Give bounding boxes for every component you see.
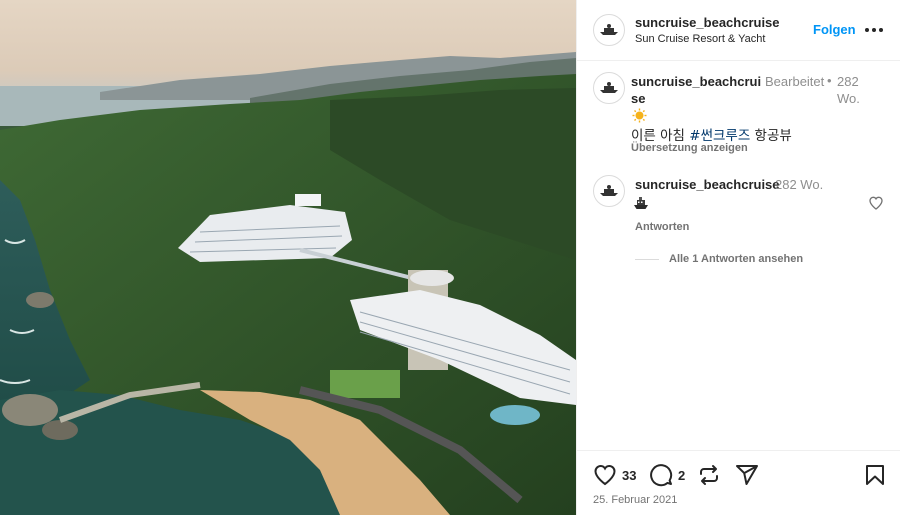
edited-label: Bearbeitet: [765, 74, 825, 89]
repost-icon[interactable]: [697, 463, 721, 487]
post-side-panel: suncruise_beachcruise Sun Cruise Resort …: [576, 0, 900, 515]
owner-username[interactable]: suncruise_beachcruise: [635, 15, 780, 30]
heart-icon[interactable]: [868, 195, 884, 211]
suncruise-logo-icon: [600, 82, 618, 93]
heart-icon[interactable]: [593, 463, 617, 487]
reply-button[interactable]: Antworten: [635, 221, 689, 233]
bookmark-icon[interactable]: [863, 463, 887, 487]
aerial-resort-image: [0, 0, 576, 515]
caption-text-after: 항공뷰: [750, 128, 792, 144]
caption-text: 이른 아침 #썬크루즈 항공뷰: [631, 124, 792, 144]
sun-emoji-icon: [632, 108, 647, 123]
comment-username[interactable]: suncruise_beachcruise: [635, 177, 780, 192]
share-icon[interactable]: [735, 463, 759, 487]
profile-avatar[interactable]: [593, 14, 625, 46]
post-date[interactable]: 25. Februar 2021: [593, 494, 677, 506]
translate-link[interactable]: Übersetzung anzeigen: [631, 142, 748, 154]
post-photo[interactable]: [0, 0, 576, 515]
post-header: suncruise_beachcruise Sun Cruise Resort …: [577, 0, 900, 61]
comment-count[interactable]: 2: [678, 468, 685, 483]
suncruise-logo-icon: [600, 185, 618, 196]
follow-button[interactable]: Folgen: [813, 22, 856, 37]
caption-avatar[interactable]: [593, 72, 625, 104]
suncruise-logo-icon: [600, 24, 618, 35]
replies-divider: [635, 259, 659, 260]
comment-avatar[interactable]: [593, 175, 625, 207]
like-count[interactable]: 33: [622, 468, 636, 483]
view-replies-button[interactable]: Alle 1 Antworten ansehen: [669, 253, 803, 265]
caption-username[interactable]: suncruise_beachcruise: [631, 73, 763, 107]
caption-time[interactable]: 282 Wo.: [837, 73, 867, 107]
action-bar: 33 2 25. Februar 2021: [577, 450, 900, 515]
more-horizontal-icon[interactable]: [865, 20, 885, 40]
owner-location[interactable]: Sun Cruise Resort & Yacht: [635, 33, 765, 45]
comment-time[interactable]: 282 Wo.: [775, 177, 823, 192]
separator-dot: •: [827, 73, 832, 88]
comment-icon[interactable]: [649, 463, 673, 487]
instagram-post: suncruise_beachcruise Sun Cruise Resort …: [0, 0, 900, 515]
ship-emoji-icon: [634, 197, 648, 209]
